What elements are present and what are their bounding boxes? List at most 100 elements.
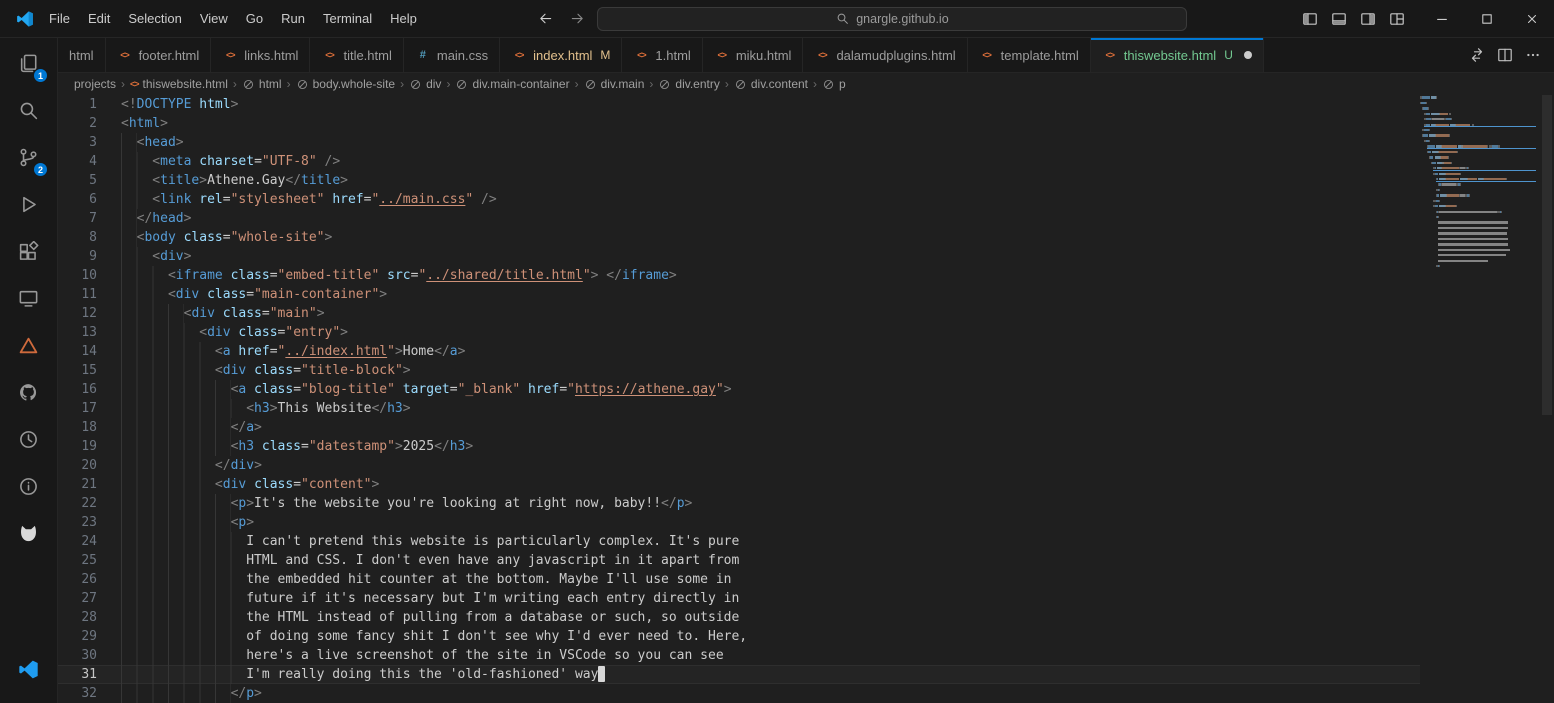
breadcrumb-item-div[interactable]: div bbox=[409, 77, 441, 91]
line-number[interactable]: 27 bbox=[58, 589, 121, 608]
nav-forward-button[interactable] bbox=[565, 7, 589, 31]
code-line-24[interactable]: 24I can't pretend this website is partic… bbox=[58, 532, 1420, 551]
code-line-28[interactable]: 28the HTML instead of pulling from a dat… bbox=[58, 608, 1420, 627]
tab-footer.html[interactable]: <>footer.html bbox=[106, 38, 212, 72]
activity-source-control[interactable]: 2 bbox=[0, 134, 57, 181]
minimize-button[interactable] bbox=[1419, 0, 1464, 38]
code-line-11[interactable]: 11<div class="main-container"> bbox=[58, 285, 1420, 304]
line-number[interactable]: 3 bbox=[58, 133, 121, 152]
activity-run-debug[interactable] bbox=[0, 181, 57, 228]
tab-title.html[interactable]: <>title.html bbox=[310, 38, 403, 72]
activity-vscode-logo[interactable] bbox=[0, 646, 57, 693]
line-number[interactable]: 12 bbox=[58, 304, 121, 323]
code-line-27[interactable]: 27future if it's necessary but I'm writi… bbox=[58, 589, 1420, 608]
maximize-button[interactable] bbox=[1464, 0, 1509, 38]
line-number[interactable]: 13 bbox=[58, 323, 121, 342]
line-number[interactable]: 29 bbox=[58, 627, 121, 646]
line-number[interactable]: 19 bbox=[58, 437, 121, 456]
line-number[interactable]: 9 bbox=[58, 247, 121, 266]
activity-explorer[interactable]: 1 bbox=[0, 40, 57, 87]
customize-layout-button[interactable] bbox=[1382, 0, 1411, 38]
tab-index.html[interactable]: <>index.htmlM bbox=[500, 38, 622, 72]
line-number[interactable]: 7 bbox=[58, 209, 121, 228]
menu-selection[interactable]: Selection bbox=[119, 0, 190, 37]
toggle-primary-sidebar-button[interactable] bbox=[1295, 0, 1324, 38]
code-line-26[interactable]: 26the embedded hit counter at the bottom… bbox=[58, 570, 1420, 589]
breadcrumb-item-body.whole-site[interactable]: body.whole-site bbox=[296, 77, 396, 91]
code-line-22[interactable]: 22<p>It's the website you're looking at … bbox=[58, 494, 1420, 513]
close-button[interactable] bbox=[1509, 0, 1554, 38]
minimap[interactable] bbox=[1420, 95, 1540, 703]
breadcrumb-item-div.content[interactable]: div.content bbox=[734, 77, 808, 91]
code-line-9[interactable]: 9<div> bbox=[58, 247, 1420, 266]
line-number[interactable]: 1 bbox=[58, 95, 121, 114]
activity-info-circle[interactable] bbox=[0, 463, 57, 510]
tab-1.html[interactable]: <>1.html bbox=[622, 38, 702, 72]
breadcrumb-item-p[interactable]: p bbox=[822, 77, 846, 91]
menu-go[interactable]: Go bbox=[237, 0, 272, 37]
line-number[interactable]: 26 bbox=[58, 570, 121, 589]
breadcrumb-item-div.entry[interactable]: div.entry bbox=[658, 77, 719, 91]
line-number[interactable]: 8 bbox=[58, 228, 121, 247]
line-number[interactable]: 25 bbox=[58, 551, 121, 570]
breadcrumb-item-div.main[interactable]: div.main bbox=[584, 77, 645, 91]
line-number[interactable]: 5 bbox=[58, 171, 121, 190]
menu-run[interactable]: Run bbox=[272, 0, 314, 37]
scrollbar[interactable] bbox=[1540, 95, 1554, 703]
code-line-25[interactable]: 25HTML and CSS. I don't even have any ja… bbox=[58, 551, 1420, 570]
code-line-7[interactable]: 7</head> bbox=[58, 209, 1420, 228]
activity-triangle-extension[interactable] bbox=[0, 322, 57, 369]
line-number[interactable]: 14 bbox=[58, 342, 121, 361]
nav-back-button[interactable] bbox=[533, 7, 557, 31]
line-number[interactable]: 17 bbox=[58, 399, 121, 418]
menu-edit[interactable]: Edit bbox=[79, 0, 119, 37]
code-line-23[interactable]: 23<p> bbox=[58, 513, 1420, 532]
code-line-31[interactable]: 31I'm really doing this the 'old-fashion… bbox=[58, 665, 1420, 684]
code-line-2[interactable]: 2<html> bbox=[58, 114, 1420, 133]
line-number[interactable]: 6 bbox=[58, 190, 121, 209]
scrollbar-thumb[interactable] bbox=[1542, 95, 1552, 415]
code-line-20[interactable]: 20</div> bbox=[58, 456, 1420, 475]
unsaved-dot-icon[interactable] bbox=[1244, 51, 1252, 59]
tab-template.html[interactable]: <>template.html bbox=[968, 38, 1091, 72]
line-number[interactable]: 10 bbox=[58, 266, 121, 285]
split-editor-button[interactable] bbox=[1492, 38, 1518, 73]
code-line-8[interactable]: 8<body class="whole-site"> bbox=[58, 228, 1420, 247]
activity-search[interactable] bbox=[0, 87, 57, 134]
code-line-30[interactable]: 30here's a live screenshot of the site i… bbox=[58, 646, 1420, 665]
line-number[interactable]: 32 bbox=[58, 684, 121, 703]
line-number[interactable]: 21 bbox=[58, 475, 121, 494]
tab-thiswebsite.html[interactable]: <>thiswebsite.htmlU bbox=[1091, 38, 1264, 72]
menu-view[interactable]: View bbox=[191, 0, 237, 37]
toggle-panel-button[interactable] bbox=[1324, 0, 1353, 38]
tab-miku.html[interactable]: <>miku.html bbox=[703, 38, 804, 72]
activity-github[interactable] bbox=[0, 369, 57, 416]
line-number[interactable]: 16 bbox=[58, 380, 121, 399]
code-line-16[interactable]: 16<a class="blog-title" target="_blank" … bbox=[58, 380, 1420, 399]
breadcrumb-item-projects[interactable]: projects bbox=[74, 77, 116, 91]
line-number[interactable]: 30 bbox=[58, 646, 121, 665]
code-line-3[interactable]: 3<head> bbox=[58, 133, 1420, 152]
menu-terminal[interactable]: Terminal bbox=[314, 0, 381, 37]
more-actions-button[interactable] bbox=[1520, 38, 1546, 73]
menu-file[interactable]: File bbox=[40, 0, 79, 37]
tab-html[interactable]: html bbox=[58, 38, 106, 72]
code-line-15[interactable]: 15<div class="title-block"> bbox=[58, 361, 1420, 380]
line-number[interactable]: 2 bbox=[58, 114, 121, 133]
line-number[interactable]: 11 bbox=[58, 285, 121, 304]
menu-help[interactable]: Help bbox=[381, 0, 426, 37]
tab-links.html[interactable]: <>links.html bbox=[211, 38, 310, 72]
activity-pets-extension[interactable] bbox=[0, 510, 57, 557]
code-line-10[interactable]: 10<iframe class="embed-title" src="../sh… bbox=[58, 266, 1420, 285]
line-number[interactable]: 18 bbox=[58, 418, 121, 437]
command-center-search[interactable]: gnargle.github.io bbox=[597, 7, 1187, 31]
line-number[interactable]: 15 bbox=[58, 361, 121, 380]
code-line-5[interactable]: 5<title>Athene.Gay</title> bbox=[58, 171, 1420, 190]
code-line-4[interactable]: 4<meta charset="UTF-8" /> bbox=[58, 152, 1420, 171]
code-line-29[interactable]: 29of doing some fancy shit I don't see w… bbox=[58, 627, 1420, 646]
activity-remote-explorer[interactable] bbox=[0, 275, 57, 322]
breadcrumb-item-div.main-container[interactable]: div.main-container bbox=[455, 77, 569, 91]
line-number[interactable]: 28 bbox=[58, 608, 121, 627]
code-line-13[interactable]: 13<div class="entry"> bbox=[58, 323, 1420, 342]
line-number[interactable]: 23 bbox=[58, 513, 121, 532]
